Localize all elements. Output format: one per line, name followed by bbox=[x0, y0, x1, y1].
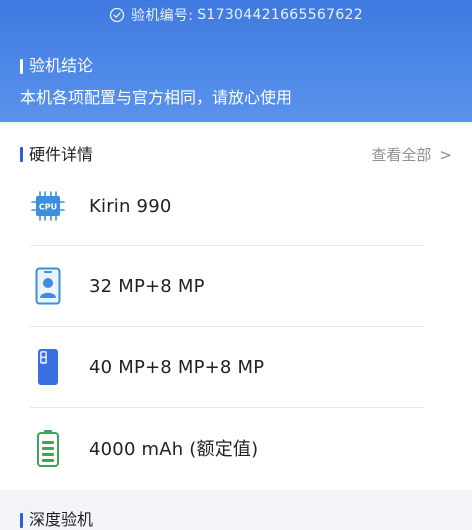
hardware-item-cpu[interactable]: CPU Kirin 990 bbox=[30, 166, 424, 246]
cpu-value: Kirin 990 bbox=[89, 195, 172, 217]
hardware-item-battery[interactable]: 4000 mAh (额定值) bbox=[30, 408, 424, 488]
title-accent-bar bbox=[20, 147, 23, 162]
shield-check-icon bbox=[109, 7, 125, 23]
conclusion-title-text: 验机结论 bbox=[29, 56, 94, 75]
hardware-title-text: 硬件详情 bbox=[29, 144, 94, 164]
hardware-item-front-camera[interactable]: 32 MP+8 MP bbox=[30, 246, 424, 326]
hardware-details-card: 硬件详情 查看全部 > CPU Kirin 990 32 MP+8 MP 40 … bbox=[0, 124, 472, 490]
conclusion-section: 验机结论 本机各项配置与官方相同，请放心使用 bbox=[20, 56, 292, 108]
title-accent-bar bbox=[20, 58, 23, 74]
view-all-link[interactable]: 查看全部 > bbox=[371, 144, 452, 165]
hardware-title: 硬件详情 bbox=[20, 145, 93, 165]
conclusion-message: 本机各项配置与官方相同，请放心使用 bbox=[20, 88, 293, 107]
hardware-header: 硬件详情 查看全部 > bbox=[20, 144, 452, 165]
battery-icon bbox=[30, 428, 66, 468]
inspection-id-value: S17304421665567622 bbox=[197, 7, 363, 23]
title-accent-bar bbox=[20, 512, 23, 528]
front-camera-value: 32 MP+8 MP bbox=[89, 275, 205, 297]
front-camera-icon bbox=[30, 266, 66, 306]
rear-camera-value: 40 MP+8 MP+8 MP bbox=[89, 356, 265, 378]
inspection-id-bar: 验机编号: S17304421665567622 bbox=[0, 0, 472, 30]
deep-inspection-title: 深度验机 bbox=[20, 510, 93, 530]
cpu-icon: CPU bbox=[30, 186, 66, 226]
rear-camera-icon bbox=[30, 347, 66, 387]
view-all-label: 查看全部 bbox=[371, 146, 432, 164]
inspection-id-label: 验机编号: bbox=[131, 8, 194, 24]
chevron-right-icon: > bbox=[439, 145, 452, 164]
conclusion-title: 验机结论 bbox=[20, 56, 292, 76]
deep-inspection-title-text: 深度验机 bbox=[29, 510, 94, 529]
battery-value: 4000 mAh (额定值) bbox=[89, 439, 259, 460]
hardware-item-rear-camera[interactable]: 40 MP+8 MP+8 MP bbox=[30, 327, 424, 407]
svg-text:CPU: CPU bbox=[39, 203, 57, 212]
header-band: 验机编号: S17304421665567622 验机结论 本机各项配置与官方相… bbox=[0, 0, 472, 122]
